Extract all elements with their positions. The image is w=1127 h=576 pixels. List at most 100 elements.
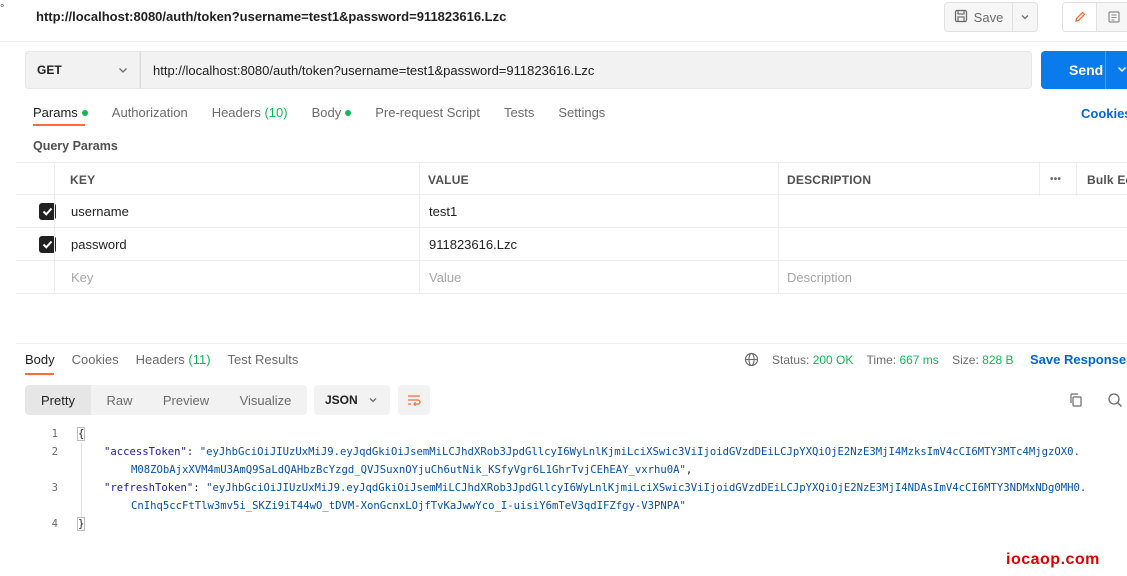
status-dot (81, 109, 88, 116)
close-brace: } (76, 517, 86, 531)
indent-guide (81, 443, 82, 518)
time-label: Time: (866, 353, 897, 367)
raw-view-button[interactable]: Raw (91, 385, 148, 415)
table-row: password 911823616.Lzc (16, 228, 1127, 261)
copy-icon[interactable] (1068, 392, 1084, 408)
tab-settings[interactable]: Settings (558, 105, 605, 125)
comma: , (685, 464, 693, 476)
documentation-mode-button[interactable] (1097, 3, 1127, 31)
url-input[interactable]: http://localhost:8080/auth/token?usernam… (140, 51, 1032, 89)
save-label: Save (973, 9, 1004, 25)
preview-view-button[interactable]: Preview (148, 385, 224, 415)
tab-test-results[interactable]: Test Results (228, 352, 299, 367)
tab-headers-label: Headers (211, 105, 261, 120)
view-mode-toggle (1062, 2, 1127, 32)
tab-response-headers[interactable]: Headers (11) (136, 352, 211, 367)
tab-authorization-label: Authorization (111, 105, 188, 120)
tab-params-label: Params (33, 105, 78, 120)
floppy-disk-icon (954, 9, 968, 26)
cookies-link[interactable]: Cookies (1081, 106, 1127, 121)
open-brace: { (76, 427, 86, 441)
tab-tests-label: Tests (503, 105, 535, 120)
visualize-view-button[interactable]: Visualize (224, 385, 307, 415)
method-label: GET (37, 63, 62, 77)
line-number: 4 (51, 518, 58, 530)
key-placeholder[interactable]: Key (71, 261, 93, 294)
headers-count: (10) (264, 105, 288, 120)
size-value[interactable]: 828 B (982, 353, 1013, 367)
pencil-icon (1074, 11, 1085, 22)
tab-prerequest-script[interactable]: Pre-request Script (375, 105, 480, 125)
colon: : (186, 446, 200, 458)
watermark: iocaop.com (1006, 551, 1100, 568)
line-number: 2 (51, 446, 58, 458)
json-key: "accessToken" (104, 446, 187, 458)
json-string-value: M08ZObAjxXVM4mU3AmQ9SaLdQAHbzBcYzgd_QVJS… (131, 464, 686, 476)
response-view-modes: Pretty Raw Preview Visualize (25, 385, 307, 415)
status-value[interactable]: 200 OK (813, 353, 854, 367)
json-key: "refreshToken" (104, 482, 194, 494)
time-value[interactable]: 667 ms (899, 353, 938, 367)
send-divider (1105, 51, 1106, 89)
save-dropdown-button[interactable] (1013, 3, 1037, 31)
checkmark-icon (42, 207, 53, 216)
column-description: DESCRIPTION (787, 172, 872, 187)
colon: : (193, 482, 207, 494)
column-value: VALUE (428, 172, 469, 187)
save-button-group: Save (944, 2, 1038, 32)
format-label: JSON (325, 393, 358, 407)
tab-tests[interactable]: Tests (504, 105, 534, 125)
send-button[interactable]: Send (1041, 51, 1127, 89)
active-tab-indicator (33, 124, 85, 126)
tab-body-label: Body (311, 105, 342, 120)
param-value[interactable]: 911823616.Lzc (429, 228, 517, 261)
pretty-view-button[interactable]: Pretty (25, 385, 91, 415)
bulk-edit-button[interactable]: Bulk Edit (1087, 163, 1127, 196)
edit-mode-button[interactable] (1063, 3, 1097, 31)
globe-icon[interactable] (744, 352, 759, 367)
json-string-value: CnIhq5ccFtTlw3mv5i_SKZi9iT44wO_tDVM-XonG… (131, 500, 686, 512)
more-options-icon[interactable]: ••• (1050, 163, 1061, 196)
param-value[interactable]: test1 (429, 195, 457, 228)
line-number: 3 (51, 482, 58, 494)
description-placeholder[interactable]: Description (787, 261, 852, 294)
title-bar: ° http://localhost:8080/auth/token?usern… (0, 0, 1127, 42)
tab-params[interactable]: Params (33, 105, 88, 125)
value-placeholder[interactable]: Value (429, 261, 461, 294)
response-tabs: Body Cookies Headers (11) Test Results (25, 352, 315, 367)
tab-authorization[interactable]: Authorization (112, 105, 188, 125)
json-string-value: "eyJhbGciOiJIUzUxMiJ9.eyJqdGkiOiJsemMiLC… (206, 482, 1087, 494)
send-label: Send (1069, 62, 1104, 78)
param-key[interactable]: password (71, 228, 127, 261)
tab-response-body[interactable]: Body (25, 352, 55, 367)
format-select[interactable]: JSON (314, 385, 390, 415)
method-select[interactable]: GET (25, 51, 140, 89)
wrap-lines-icon (408, 395, 421, 407)
active-response-tab-indicator (25, 373, 54, 375)
wrap-lines-button[interactable] (398, 385, 430, 415)
tab-headers[interactable]: Headers (10) (212, 105, 288, 125)
tab-body[interactable]: Body (312, 105, 352, 125)
checkmark-icon (42, 240, 53, 249)
chevron-down-icon[interactable] (1116, 63, 1127, 75)
tab-settings-label: Settings (558, 105, 606, 120)
chevron-down-icon (369, 398, 377, 403)
query-params-heading: Query Params (33, 139, 118, 153)
save-response-button[interactable]: Save Response (1030, 352, 1126, 367)
degree-glyph: ° (0, 3, 5, 15)
status-dot (345, 109, 352, 116)
response-divider (16, 343, 1127, 344)
save-button[interactable]: Save (945, 3, 1013, 31)
table-row-empty: Key Value Description (16, 261, 1127, 294)
tab-response-cookies[interactable]: Cookies (72, 352, 119, 367)
request-title[interactable]: http://localhost:8080/auth/token?usernam… (36, 9, 506, 24)
search-icon[interactable] (1107, 392, 1123, 408)
param-key[interactable]: username (71, 195, 129, 228)
document-icon (1108, 11, 1120, 23)
response-headers-label: Headers (135, 352, 185, 367)
response-headers-count: (11) (188, 352, 211, 367)
tab-prerequest-label: Pre-request Script (375, 105, 480, 120)
url-text: http://localhost:8080/auth/token?usernam… (153, 62, 595, 78)
response-meta: Status: 200 OK Time: 667 ms Size: 828 B (772, 353, 1014, 367)
status-label: Status: (772, 353, 810, 367)
